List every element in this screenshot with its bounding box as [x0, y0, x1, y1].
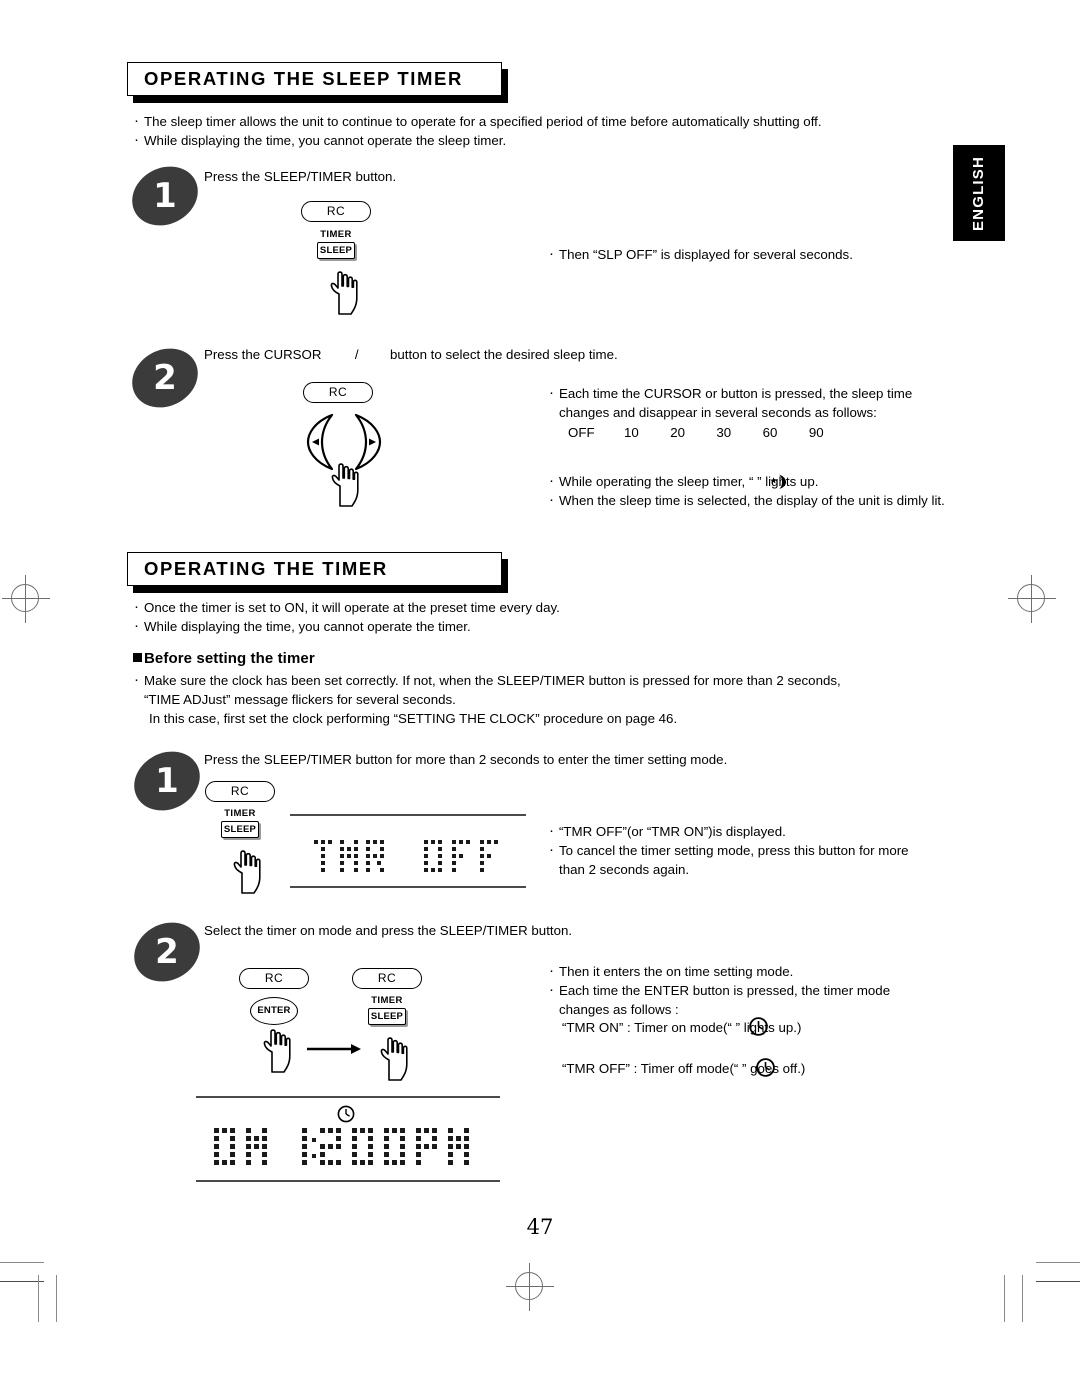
- timer-label-timer-2: TIMER: [371, 995, 403, 1006]
- step-badge-sleep-1: 1: [121, 155, 209, 237]
- registration-mark-right: [1008, 575, 1056, 623]
- rc-pill-sleep-2: RC: [303, 382, 373, 403]
- timer-intro: Once the timer is set to ON, it will ope…: [133, 597, 933, 636]
- step-sleep-2-note-2-row: While operating the sleep timer, “ ” lig…: [548, 471, 948, 491]
- crop-mark-tr-h: [1036, 1262, 1080, 1263]
- timer-label-sleep-1: TIMER: [320, 229, 352, 240]
- registration-mark-left: [2, 575, 50, 623]
- step-badge-timer-2: 2: [123, 911, 211, 993]
- step-sleep-2-note-3-row: When the sleep time is selected, the dis…: [548, 490, 948, 510]
- step-sleep-2-note-1: Each time the CURSOR or button is presse…: [548, 383, 936, 422]
- sleep-button-timer-2[interactable]: SLEEP: [368, 1008, 406, 1025]
- step-timer-1-instruction: Press the SLEEP/TIMER button for more th…: [204, 752, 728, 767]
- crop-mark-tr-v: [1022, 1275, 1023, 1322]
- sleep-time-option-30: 30: [716, 425, 732, 440]
- step-sleep-2-instruction-post: button to select the desired sleep time.: [390, 347, 618, 362]
- section-heading-sleep-timer-label: OPERATING THE SLEEP TIMER: [144, 67, 463, 89]
- crop-mark-tr-v2: [1004, 1275, 1005, 1322]
- step-sleep-2-notes: Each time the CURSOR or button is presse…: [548, 383, 936, 442]
- timer-label-timer-1: TIMER: [224, 808, 256, 819]
- step-timer-1-note-2: To cancel the timer setting mode, press …: [548, 840, 938, 879]
- sleep-time-option-90: 90: [808, 425, 824, 440]
- sleep-time-option-10: 10: [624, 425, 639, 440]
- step-badge-timer-1: 1: [123, 740, 211, 822]
- timer-intro-line-2: While displaying the time, you cannot op…: [133, 616, 933, 636]
- section-heading-timer: OPERATING THE TIMER: [127, 552, 508, 593]
- crop-mark-tr-h2: [1036, 1281, 1080, 1282]
- section-heading-sleep-timer: OPERATING THE SLEEP TIMER: [127, 62, 508, 103]
- before-setting-line-1: Make sure the clock has been set correct…: [133, 670, 943, 690]
- sleep-button-sleep-1[interactable]: SLEEP: [317, 242, 355, 259]
- hand-pointer-icon-sleep-1: [330, 271, 358, 315]
- crop-mark-tl-v: [38, 1275, 39, 1322]
- sleep-timer-intro: The sleep timer allows the unit to conti…: [133, 111, 933, 150]
- step-sleep-2-note-2: While operating the sleep timer, “ ” lig…: [548, 471, 948, 491]
- step-sleep-2-instruction-pre: Press the CURSOR: [204, 347, 322, 362]
- sleep-timer-intro-line-2: While displaying the time, you cannot op…: [133, 130, 933, 150]
- enter-button[interactable]: ENTER: [250, 997, 298, 1025]
- step-badge-sleep-1-number: 1: [153, 176, 177, 216]
- display-on-time: [196, 1096, 500, 1182]
- language-tab: ENGLISH: [953, 145, 1005, 241]
- hand-pointer-icon-timer-2: [380, 1037, 408, 1081]
- before-setting-line-3: In this case, first set the clock perfor…: [149, 711, 678, 726]
- rc-pill-timer-2-right: RC: [352, 968, 422, 989]
- step-timer-2-instruction: Select the timer on mode and press the S…: [204, 923, 573, 938]
- page-number: 47: [526, 1215, 554, 1239]
- rc-pill-timer-1: RC: [205, 781, 275, 802]
- crop-mark-tl-h: [0, 1262, 44, 1263]
- before-setting-heading: Before setting the timer: [133, 650, 315, 667]
- sleep-time-option-20: 20: [670, 425, 685, 440]
- display-tmr-off: [290, 814, 526, 888]
- clock-icon-off: [756, 1058, 775, 1077]
- step-sleep-2-instruction: Press the CURSOR / button to select the …: [204, 345, 634, 364]
- sleep-time-option-off: OFF: [568, 425, 595, 440]
- display-on-time-glyphs: [214, 1128, 469, 1165]
- crop-mark-tl-v2: [56, 1275, 57, 1322]
- hand-pointer-icon-timer-1: [233, 850, 261, 894]
- sleep-time-sequence: OFF 10 20 30 60 90: [548, 423, 936, 442]
- sleep-button-timer-1[interactable]: SLEEP: [221, 821, 259, 838]
- rc-pill-sleep-1: RC: [301, 201, 371, 222]
- before-setting-body: Make sure the clock has been set correct…: [133, 670, 943, 728]
- display-tmr-off-glyphs: [314, 840, 498, 872]
- step-sleep-1-notes: Then “SLP OFF” is displayed for several …: [548, 244, 948, 264]
- manual-page: ENGLISH OPERATING THE SLEEP TIMER The sl…: [0, 0, 1080, 1397]
- step-badge-timer-1-number: 1: [155, 761, 179, 801]
- step-timer-1-note-1: “TMR OFF”(or “TMR ON”)is displayed.: [548, 821, 938, 841]
- step-timer-2-notes: Then it enters the on time setting mode.…: [548, 961, 938, 1019]
- arrow-right-icon: [307, 1044, 361, 1054]
- step-timer-2-note-1: Then it enters the on time setting mode.: [548, 961, 938, 981]
- bullet-square-icon: [133, 653, 142, 662]
- step-sleep-1-instruction: Press the SLEEP/TIMER button.: [204, 169, 397, 184]
- clock-icon-on: [749, 1017, 768, 1036]
- step-badge-sleep-2: 2: [121, 337, 209, 419]
- sleep-time-option-60: 60: [762, 425, 778, 440]
- sleep-timer-intro-line-1: The sleep timer allows the unit to conti…: [133, 111, 933, 131]
- step-badge-sleep-2-number: 2: [153, 358, 177, 398]
- section-heading-timer-label: OPERATING THE TIMER: [144, 557, 388, 579]
- hand-pointer-icon-enter: [263, 1029, 291, 1073]
- step-sleep-2-note-3: When the sleep time is selected, the dis…: [548, 490, 948, 510]
- step-sleep-1-note-1: Then “SLP OFF” is displayed for several …: [548, 244, 948, 264]
- registration-mark-bottom: [506, 1263, 554, 1311]
- step-timer-2-note-2: Each time the ENTER button is pressed, t…: [548, 980, 938, 1019]
- step-sleep-2-instruction-sep: /: [354, 347, 359, 362]
- language-tab-label: ENGLISH: [970, 155, 988, 231]
- before-setting-heading-label: Before setting the timer: [144, 650, 315, 667]
- step-badge-timer-2-number: 2: [155, 932, 179, 972]
- timer-intro-line-1: Once the timer is set to ON, it will ope…: [133, 597, 933, 617]
- sleep-moon-icon: [770, 474, 786, 489]
- step-timer-1-notes: “TMR OFF”(or “TMR ON”)is displayed. To c…: [548, 821, 938, 879]
- rc-pill-timer-2-left: RC: [239, 968, 309, 989]
- hand-pointer-icon-sleep-2: [331, 463, 359, 507]
- before-setting-line-2: “TIME ADJust” message flickers for sever…: [144, 692, 456, 707]
